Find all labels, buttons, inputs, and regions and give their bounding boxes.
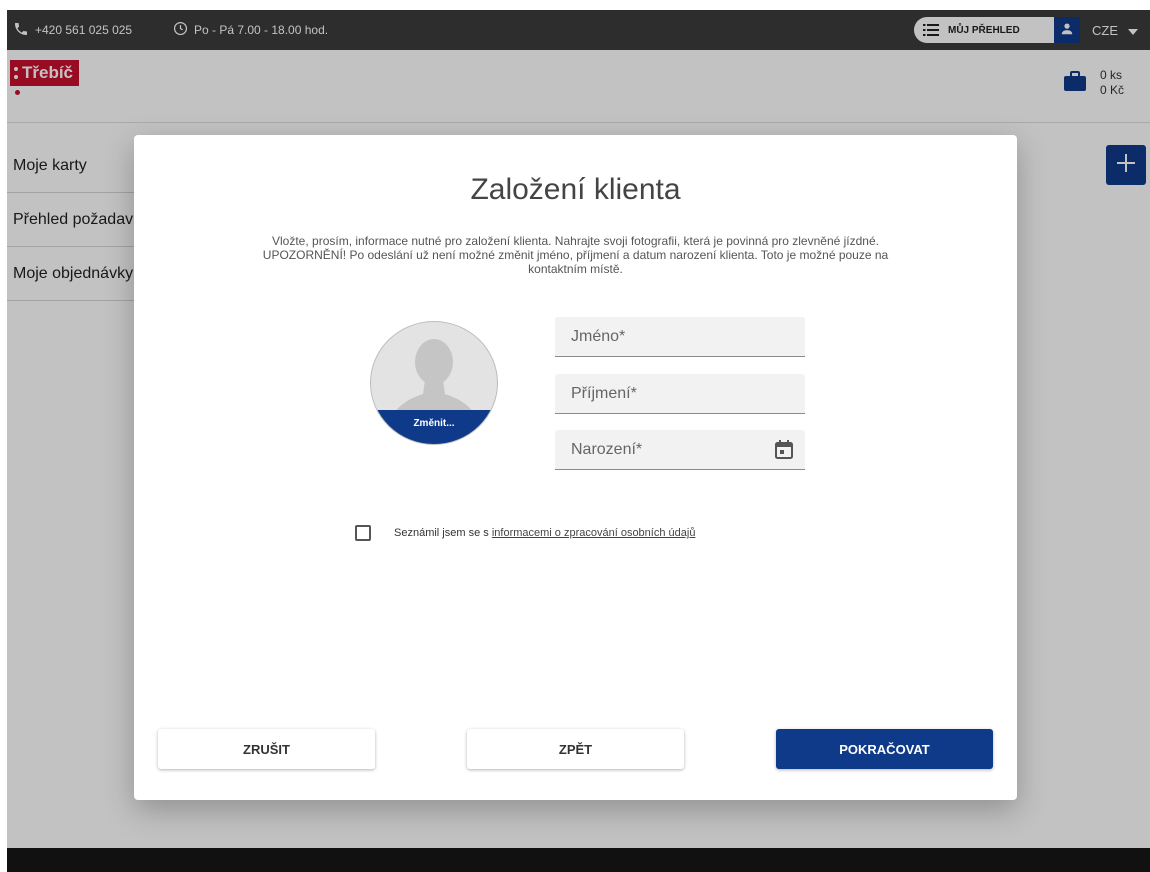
back-button[interactable]: ZPĚT	[467, 729, 684, 769]
footer	[7, 848, 1150, 872]
create-client-dialog: Založení klienta Vložte, prosím, informa…	[134, 135, 1017, 800]
consent-row: Seznámil jsem se s informacemi o zpracov…	[355, 525, 695, 541]
continue-button[interactable]: POKRAČOVAT	[776, 729, 993, 769]
consent-label: Seznámil jsem se s	[394, 527, 489, 539]
privacy-info-link[interactable]: informacemi o zpracování osobních údajů	[492, 527, 696, 539]
calendar-icon[interactable]	[775, 440, 793, 464]
last-name-input[interactable]	[555, 374, 805, 413]
last-name-field[interactable]	[555, 374, 805, 414]
change-photo-label: Změnit...	[371, 410, 497, 444]
consent-text: Seznámil jsem se s informacemi o zpracov…	[394, 527, 695, 539]
first-name-input[interactable]	[555, 317, 805, 356]
photo-upload[interactable]: Změnit...	[370, 321, 498, 445]
app-frame: +420 561 025 025 Po - Pá 7.00 - 18.00 ho…	[7, 10, 1150, 872]
dialog-title: Založení klienta	[470, 173, 681, 206]
consent-checkbox[interactable]	[355, 525, 371, 541]
cancel-button[interactable]: ZRUŠIT	[158, 729, 375, 769]
dialog-description: Vložte, prosím, informace nutné pro zalo…	[262, 234, 889, 276]
first-name-field[interactable]	[555, 317, 805, 357]
birth-date-field[interactable]	[555, 430, 805, 470]
birth-date-input[interactable]	[555, 430, 805, 469]
